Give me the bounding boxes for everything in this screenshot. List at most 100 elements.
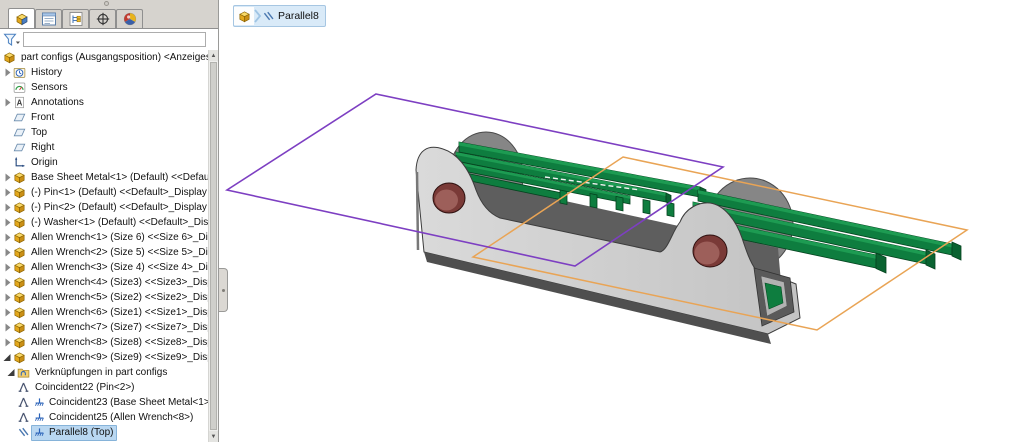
part-icon [13,231,26,244]
part-icon [3,51,16,64]
svg-text:A: A [17,98,23,107]
expander-collapsed-icon[interactable] [2,171,13,184]
tree-row[interactable]: Coincident23 (Base Sheet Metal<1> [0,395,208,410]
tree-row-selection: Allen Wrench<5> (Size2) <<Size2>_Display… [27,290,208,306]
tree-row[interactable]: Allen Wrench<1> (Size 6) <<Size 6>_Displ… [0,230,208,245]
part-icon [13,261,26,274]
tree-row-label: Sensors [31,82,68,93]
tree-row[interactable]: Right [0,140,208,155]
dimxpertmanager-tab-icon [94,11,112,27]
tree-row-selection: (-) Washer<1> (Default) <<Default>_Displ… [27,215,208,231]
expander-collapsed-icon[interactable] [2,306,13,319]
expander-collapsed-icon[interactable] [2,66,13,79]
part-icon [13,171,26,184]
featuremanager-tabbar [0,9,219,29]
filter-funnel-icon[interactable] [3,32,21,48]
tree-row-label: Origin [31,157,58,168]
tab-displaymanager-tab[interactable] [116,9,143,28]
tree-row-label: Coincident22 (Pin<2>) [35,382,135,393]
tree-row[interactable]: Top [0,125,208,140]
tree-row-label: Base Sheet Metal<1> (Default) <<Default>… [31,172,208,183]
tab-featuremanager-tab[interactable] [8,8,35,28]
tree-row[interactable]: A Annotations [0,95,208,110]
tree-row[interactable]: Origin [0,155,208,170]
expander-collapsed-icon[interactable] [2,261,13,274]
tree-row[interactable]: Allen Wrench<7> (Size7) <<Size7>_Display… [0,320,208,335]
tree-row[interactable]: Allen Wrench<3> (Size 4) <<Size 4>_Displ… [0,260,208,275]
tree-row[interactable]: Allen Wrench<4> (Size3) <<Size3>_Display… [0,275,208,290]
tree-row[interactable]: Allen Wrench<2> (Size 5) <<Size 5>_Displ… [0,245,208,260]
scrollbar-up-icon[interactable]: ▲ [209,50,218,61]
expander-collapsed-icon[interactable] [2,186,13,199]
tree-row[interactable]: Coincident25 (Allen Wrench<8>) [0,410,208,425]
expander-collapsed-icon[interactable] [2,276,13,289]
propertymanager-tab-icon [40,11,58,27]
tree-row[interactable]: Parallel8 (Top) [0,425,208,440]
parallel-mate-icon [262,10,275,23]
part-icon [13,186,26,199]
tree-row[interactable]: History [0,65,208,80]
tree-row-selection: Top [27,125,51,141]
tree-row[interactable]: (-) Washer<1> (Default) <<Default>_Displ… [0,215,208,230]
panel-splitter[interactable] [219,268,228,312]
expander-collapsed-icon[interactable] [2,336,13,349]
model-scene [219,0,1024,442]
tab-dimxpertmanager-tab[interactable] [89,9,116,28]
tree-row-selection: History [27,65,66,81]
tree-scrollbar[interactable]: ▲ ▼ [208,50,218,442]
graphics-viewport[interactable]: Parallel8 [219,0,1024,442]
tree-row-label: Allen Wrench<9> (Size9) <<Size9>_Display… [31,352,208,363]
tree-row[interactable]: Verknüpfungen in part configs [0,365,208,380]
tree-row-selection: Coincident22 (Pin<2>) [31,380,139,396]
selection-breadcrumb[interactable]: Parallel8 [233,5,326,27]
tree-row-label: Annotations [31,97,84,108]
tree-row[interactable]: Coincident22 (Pin<2>) [0,380,208,395]
expander-expanded-icon[interactable] [6,366,17,379]
tab-propertymanager-tab[interactable] [35,9,62,28]
tree-row-label: History [31,67,62,78]
expander-collapsed-icon[interactable] [2,201,13,214]
tree-row-label: Allen Wrench<5> (Size2) <<Size2>_Display… [31,292,208,303]
tree-row[interactable]: Allen Wrench<6> (Size1) <<Size1>_Display… [0,305,208,320]
tree-row[interactable]: Base Sheet Metal<1> (Default) <<Default>… [0,170,208,185]
expander-collapsed-icon[interactable] [2,291,13,304]
tree-row-selection: Verknüpfungen in part configs [31,365,171,381]
annotations-icon: A [13,96,26,109]
expander-expanded-icon[interactable] [2,351,13,364]
tree-row[interactable]: Allen Wrench<8> (Size8) <<Size8>_Display… [0,335,208,350]
tree-row[interactable]: part configs (Ausgangsposition) <Anzeige… [0,50,208,65]
mates-folder-icon [17,366,30,379]
tree-row[interactable]: Allen Wrench<9> (Size9) <<Size9>_Display… [0,350,208,365]
tree-row-label: Front [31,112,54,123]
part-icon [13,276,26,289]
tab-configurationmanager-tab[interactable] [62,9,89,28]
expander-collapsed-icon[interactable] [2,321,13,334]
pin-right[interactable] [693,235,727,267]
tree-row-selection: Coincident23 (Base Sheet Metal<1> [31,395,208,411]
expander-collapsed-icon[interactable] [2,246,13,259]
part-icon [13,321,26,334]
expander-collapsed-icon[interactable] [2,96,13,109]
tree-row-label: (-) Pin<2> (Default) <<Default>_Display … [31,202,208,213]
tree-row-selection: part configs (Ausgangsposition) <Anzeige… [17,50,208,66]
pin-left[interactable] [433,183,465,213]
tree-row-label: Allen Wrench<4> (Size3) <<Size3>_Display… [31,277,208,288]
part-icon [13,216,26,229]
tree-row[interactable]: Sensors [0,80,208,95]
plane-icon [13,126,26,139]
scrollbar-down-icon[interactable]: ▼ [209,431,218,442]
feature-tree: part configs (Ausgangsposition) <Anzeige… [0,50,208,442]
tree-row-selection: (-) Pin<1> (Default) <<Default>_Display … [27,185,208,201]
expander-collapsed-icon[interactable] [2,216,13,229]
tree-row-label: (-) Pin<1> (Default) <<Default>_Display … [31,187,208,198]
tree-row-label: Allen Wrench<8> (Size8) <<Size8>_Display… [31,337,208,348]
scrollbar-thumb[interactable] [210,62,217,430]
expander-collapsed-icon[interactable] [2,231,13,244]
tree-row-selection: Right [27,140,58,156]
tree-filter-input[interactable] [23,32,206,47]
tree-row[interactable]: (-) Pin<2> (Default) <<Default>_Display … [0,200,208,215]
tree-row[interactable]: Allen Wrench<5> (Size2) <<Size2>_Display… [0,290,208,305]
tree-row[interactable]: Front [0,110,208,125]
tree-row[interactable]: (-) Pin<1> (Default) <<Default>_Display … [0,185,208,200]
part-icon [13,306,26,319]
